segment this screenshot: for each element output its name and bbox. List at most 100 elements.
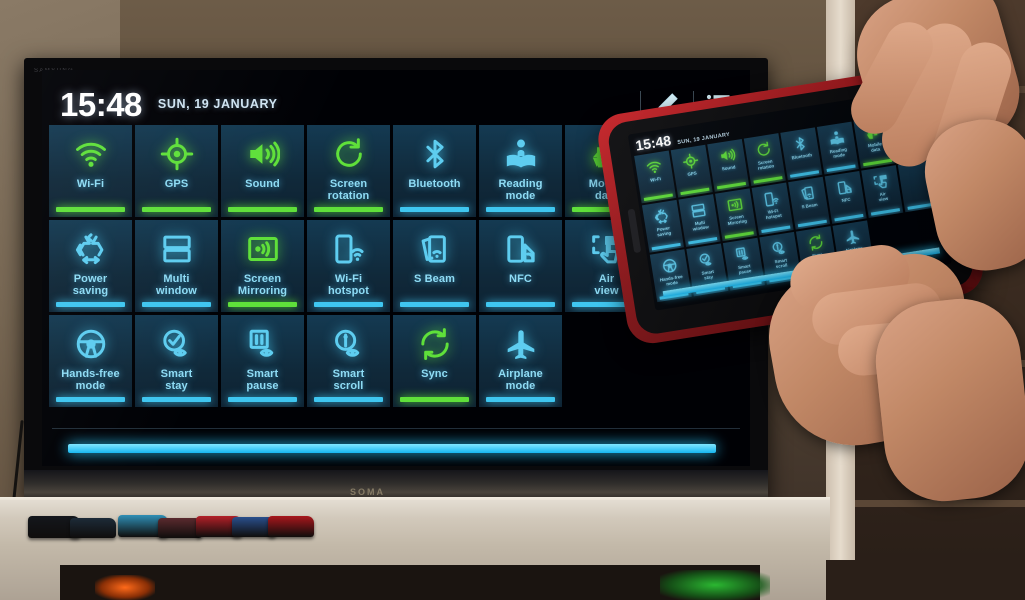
- tile-hands-free-icon[interactable]: Hands-free mode: [49, 315, 132, 407]
- tile-smart-scroll-icon[interactable]: Smart scroll: [307, 315, 390, 407]
- wifi-icon: [644, 156, 663, 177]
- nfc-icon: [835, 176, 854, 197]
- phone-tile-label: NFC: [841, 196, 851, 204]
- s-beam-icon: [418, 229, 452, 269]
- phone-tile-state-bar: [680, 187, 710, 196]
- tile-state-bar: [314, 302, 383, 307]
- tile-bluetooth-icon[interactable]: Bluetooth: [393, 125, 476, 217]
- hands-free-icon: [662, 258, 676, 273]
- tile-screen-rotation-icon[interactable]: Screen rotation: [307, 125, 390, 217]
- tile-s-beam-icon[interactable]: S Beam: [393, 220, 476, 312]
- phone-tile-gps-icon[interactable]: GPS: [670, 144, 713, 198]
- tile-gps-icon[interactable]: GPS: [135, 125, 218, 217]
- phone-tile-screen-rotation-icon[interactable]: Screen rotation: [743, 133, 786, 187]
- tile-airplane-mode-icon[interactable]: Airplane mode: [479, 315, 562, 407]
- air-view-icon: [871, 171, 890, 192]
- multi-window-icon: [689, 200, 708, 221]
- tile-label: NFC: [509, 273, 532, 285]
- tile-multi-window-icon[interactable]: Multi window: [135, 220, 218, 312]
- tile-label: Wi-Fi hotspot: [327, 273, 370, 297]
- phone-tile-state-bar: [688, 237, 718, 245]
- brightness-slider[interactable]: [68, 444, 716, 453]
- phone-tile-state-bar: [790, 170, 820, 178]
- sound-icon: [717, 144, 736, 165]
- tile-wifi-icon[interactable]: Wi-Fi: [49, 125, 132, 217]
- smart-stay-icon: [160, 324, 194, 364]
- phone-tile-label: Sound: [721, 164, 736, 172]
- hands-free-icon: [660, 255, 679, 276]
- tile-smart-pause-icon[interactable]: Smart pause: [221, 315, 304, 407]
- smart-scroll-icon: [332, 324, 366, 364]
- phone-tile-reading-mode-icon[interactable]: Reading mode: [816, 121, 859, 175]
- wifi-hotspot-icon: [334, 234, 364, 264]
- airplane-mode-icon: [507, 330, 534, 360]
- tile-label: GPS: [164, 178, 189, 190]
- phone-tile-air-view-icon[interactable]: Air view: [861, 165, 904, 219]
- phone-tile-power-saving-icon[interactable]: Power saving: [641, 199, 685, 253]
- tile-label: Power saving: [72, 273, 109, 297]
- reading-mode-icon: [829, 130, 844, 145]
- reading-mode-icon: [827, 127, 846, 148]
- phone-tile-multi-window-icon[interactable]: Multi window: [678, 194, 721, 247]
- tile-label: Multi window: [156, 273, 197, 297]
- tile-power-saving-icon[interactable]: Power saving: [49, 220, 132, 312]
- phone-tile-state-bar: [797, 219, 827, 228]
- hands-free-icon: [76, 329, 105, 359]
- tile-screen-mirroring-icon[interactable]: Screen Mirroring: [221, 220, 304, 312]
- power-saving-icon: [654, 208, 668, 224]
- power-saving-icon: [75, 233, 103, 265]
- screen-rotation-icon: [754, 139, 773, 160]
- wifi-icon: [74, 134, 108, 174]
- nfc-icon: [506, 235, 535, 263]
- blank-icon: [908, 165, 927, 186]
- tile-label: Airplane mode: [498, 368, 543, 392]
- tile-label: Screen rotation: [327, 178, 370, 202]
- floor-shadow: [826, 560, 1025, 600]
- phone-tile-state-bar: [826, 164, 856, 173]
- tv-brand-logo: SOMA: [350, 487, 385, 497]
- screen-rotation-icon: [332, 134, 366, 174]
- tile-label: Sound: [245, 178, 280, 190]
- toy-car: [70, 518, 116, 538]
- phone-tile-wifi-icon[interactable]: Wi-Fi: [634, 150, 677, 204]
- tile-sync-icon[interactable]: Sync: [393, 315, 476, 407]
- tile-state-bar: [486, 207, 555, 212]
- sync-icon: [418, 324, 452, 364]
- phone-tile-state-bar: [643, 193, 673, 201]
- gps-icon: [160, 134, 194, 174]
- phone-tile-label: Wi-Fi: [649, 176, 662, 183]
- smart-pause-icon: [733, 243, 752, 264]
- tile-reading-mode-icon[interactable]: Reading mode: [479, 125, 562, 217]
- tile-nfc-icon[interactable]: NFC: [479, 220, 562, 312]
- phone-tile-state-bar: [724, 231, 754, 239]
- phone-tile-label: S Beam: [801, 201, 818, 210]
- tile-state-bar: [142, 397, 211, 402]
- phone-tile-state-bar: [651, 242, 681, 251]
- tile-state-bar: [56, 302, 125, 307]
- reading-mode-icon: [506, 139, 535, 168]
- bluetooth-icon: [418, 134, 452, 174]
- tile-state-bar: [228, 397, 297, 402]
- phone-tile-label: Screen rotation: [757, 158, 775, 171]
- phone-tile-nfc-icon[interactable]: NFC: [824, 170, 867, 224]
- tile-sound-icon[interactable]: Sound: [221, 125, 304, 217]
- phone-tile-wifi-hotspot-icon[interactable]: Wi-Fi hotspot: [751, 182, 794, 236]
- s-beam-icon: [800, 185, 814, 200]
- smart-pause-icon: [249, 329, 273, 357]
- phone-tile-screen-mirroring-icon[interactable]: Screen Mirroring: [715, 188, 758, 242]
- phone-tile-label: Smart stay: [701, 268, 715, 281]
- phone-tile-sound-icon[interactable]: Sound: [707, 138, 750, 192]
- phone-tile-label: Screen Mirroring: [727, 213, 748, 226]
- tile-label: Wi-Fi: [76, 178, 105, 190]
- tile-state-bar: [228, 207, 297, 212]
- screen-mirroring-icon: [247, 237, 278, 261]
- sound-icon: [246, 134, 280, 174]
- tile-wifi-hotspot-icon[interactable]: Wi-Fi hotspot: [307, 220, 390, 312]
- toy-car: [268, 516, 314, 537]
- phone-tile-s-beam-icon[interactable]: S Beam: [788, 176, 831, 230]
- phone-tile-bluetooth-icon[interactable]: Bluetooth: [780, 127, 823, 181]
- phone-tile-label: Mobile data: [867, 141, 883, 153]
- tile-smart-stay-icon[interactable]: Smart stay: [135, 315, 218, 407]
- gps-icon: [682, 153, 698, 169]
- orange-light-glow: [95, 575, 155, 600]
